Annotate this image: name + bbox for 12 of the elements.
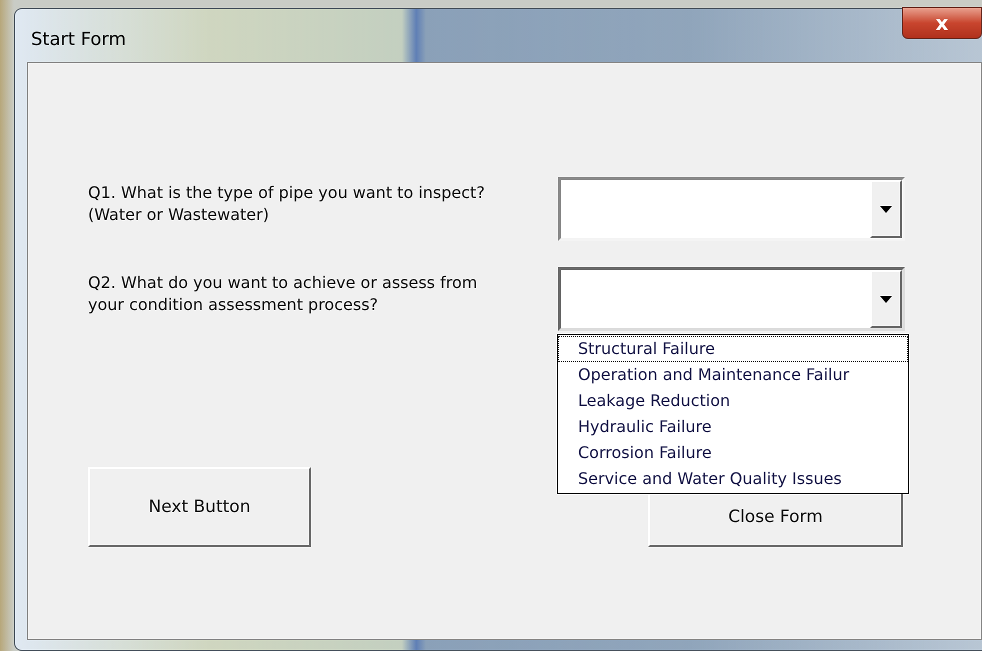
close-button[interactable]: x bbox=[902, 7, 982, 39]
dropdown-field[interactable] bbox=[558, 177, 905, 241]
dropdown-option[interactable]: Operation and Maintenance Failur bbox=[558, 362, 908, 388]
question-label: Q1. What is the type of pipe you want to inspect? (Water or Wastewater) bbox=[88, 182, 486, 226]
form-button[interactable]: Next Button bbox=[88, 467, 311, 547]
question-label: Q2. What do you want to achieve or assess from your condition assessment process? bbox=[88, 272, 478, 316]
dropdown-option[interactable]: Hydraulic Failure bbox=[558, 414, 908, 440]
dropdown-field[interactable] bbox=[558, 267, 905, 331]
dropdown-option[interactable]: Corrosion Failure bbox=[558, 440, 908, 466]
dropdown-option[interactable]: Leakage Reduction bbox=[558, 388, 908, 414]
dropdown-option[interactable]: Structural Failure bbox=[558, 336, 908, 362]
window-title: Start Form bbox=[31, 29, 126, 50]
